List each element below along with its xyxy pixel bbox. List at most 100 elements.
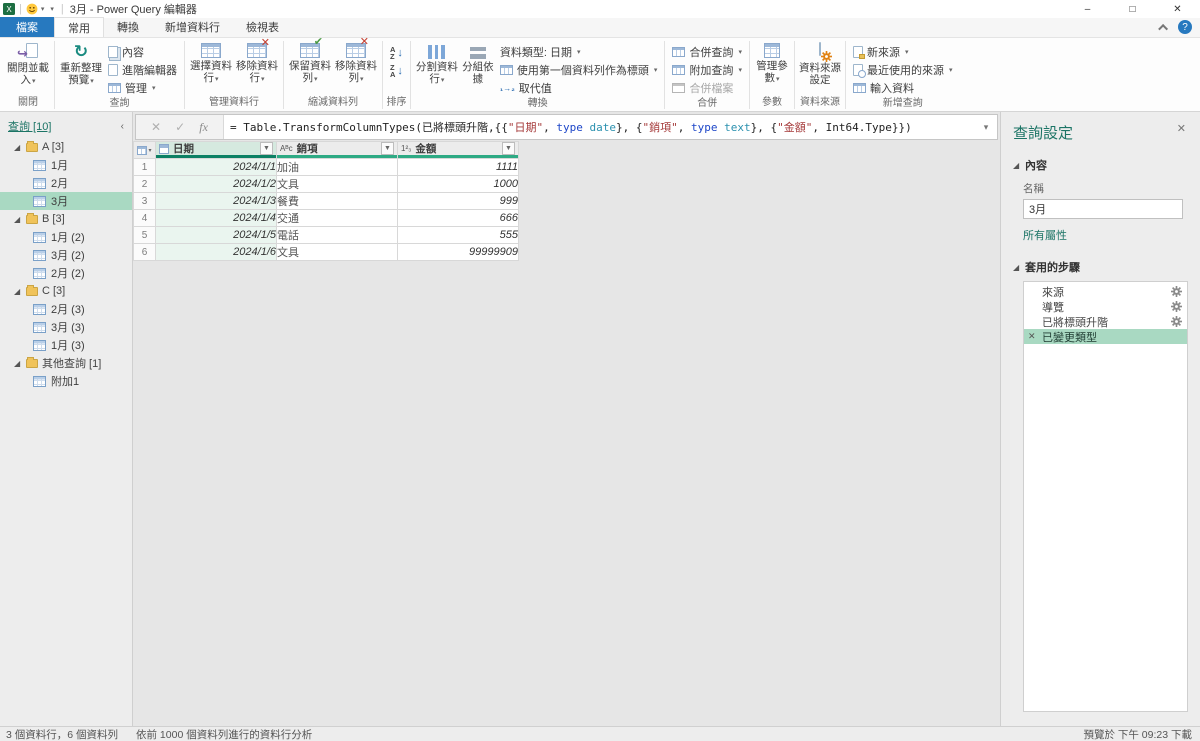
properties-section-header[interactable]: ◢ 內容 — [1013, 157, 1188, 173]
cell-date[interactable]: 2024/1/1 — [155, 158, 277, 176]
manage-parameters-button[interactable]: 管理參數▾ — [753, 40, 791, 94]
query-item[interactable]: 2月 — [0, 174, 132, 192]
query-folder-b[interactable]: ◢ B [3] — [0, 210, 132, 228]
cell-item[interactable]: 文具 — [276, 175, 398, 193]
row-number[interactable]: 4 — [133, 209, 156, 227]
query-item[interactable]: 2月 (2) — [0, 264, 132, 282]
cell-item[interactable]: 餐費 — [276, 192, 398, 210]
step-source[interactable]: ✕ 來源 — [1024, 284, 1187, 299]
expand-icon[interactable]: ◢ — [14, 215, 22, 224]
collapse-ribbon-icon[interactable] — [1158, 23, 1169, 34]
minimize-button[interactable]: – — [1065, 0, 1110, 18]
filter-dropdown-icon[interactable]: ▼ — [260, 142, 273, 155]
collapse-queries-pane-icon[interactable]: ‹ — [121, 121, 124, 132]
cell-date[interactable]: 2024/1/6 — [155, 243, 277, 261]
cell-date[interactable]: 2024/1/4 — [155, 209, 277, 227]
formula-cancel-icon[interactable]: ✕ — [151, 120, 161, 134]
choose-columns-button[interactable]: 選擇資料行▾ — [188, 40, 234, 94]
query-folder-c[interactable]: ◢ C [3] — [0, 282, 132, 300]
refresh-preview-button[interactable]: ↻ 重新整理預覽▾ — [58, 40, 104, 94]
tab-file[interactable]: 檔案 — [0, 17, 54, 37]
column-header-item[interactable]: Aᴮc 銷項 ▼ — [276, 141, 398, 159]
row-number[interactable]: 3 — [133, 192, 156, 210]
smiley-dropdown-icon[interactable]: ▾ — [41, 5, 45, 13]
append-queries-button[interactable]: 附加查詢 ▾ — [668, 61, 746, 79]
query-item[interactable]: 1月 — [0, 156, 132, 174]
recent-sources-button[interactable]: 最近使用的來源 ▾ — [849, 61, 957, 79]
status-profiling-info[interactable]: 依前 1000 個資料列進行的資料行分析 — [136, 727, 312, 741]
sort-ascending-button[interactable]: A Z ↓ — [386, 43, 407, 61]
expand-icon[interactable]: ◢ — [14, 143, 22, 152]
close-settings-icon[interactable]: ✕ — [1177, 122, 1186, 135]
data-type-button[interactable]: 資料類型: 日期 ▾ — [496, 43, 662, 61]
manage-button[interactable]: 管理 ▾ — [104, 79, 181, 97]
step-settings-gear-icon[interactable] — [1171, 316, 1182, 327]
column-header-amount[interactable]: 1²₃ 金額 ▼ — [397, 141, 519, 159]
tab-transform[interactable]: 轉換 — [104, 17, 152, 37]
use-first-row-as-headers-button[interactable]: 使用第一個資料列作為標頭 ▾ — [496, 61, 662, 79]
close-button[interactable]: ✕ — [1155, 0, 1200, 18]
step-settings-gear-icon[interactable] — [1171, 301, 1182, 312]
formula-accept-icon[interactable]: ✓ — [175, 120, 185, 134]
select-all-button[interactable]: ▾ — [133, 141, 156, 159]
step-navigation[interactable]: ✕ 導覽 — [1024, 299, 1187, 314]
group-by-button[interactable]: 分組依據 — [460, 40, 496, 94]
cell-item[interactable]: 交通 — [276, 209, 398, 227]
tab-home[interactable]: 常用 — [54, 17, 104, 37]
query-item[interactable]: 1月 (2) — [0, 228, 132, 246]
cell-date[interactable]: 2024/1/3 — [155, 192, 277, 210]
expand-icon[interactable]: ◢ — [14, 359, 22, 368]
formula-expand-icon[interactable]: ▾ — [975, 115, 997, 139]
query-item[interactable]: 2月 (3) — [0, 300, 132, 318]
sort-descending-button[interactable]: Z A ↓ — [386, 61, 407, 79]
remove-rows-button[interactable]: ✕ 移除資料列▾ — [333, 37, 379, 94]
all-properties-link[interactable]: 所有屬性 — [1023, 227, 1188, 243]
filter-dropdown-icon[interactable]: ▼ — [502, 142, 515, 155]
cell-item[interactable]: 加油 — [276, 158, 398, 176]
query-item[interactable]: 1月 (3) — [0, 336, 132, 354]
cell-amount[interactable]: 666 — [397, 209, 519, 227]
enter-data-button[interactable]: 輸入資料 — [849, 79, 957, 97]
query-item-selected[interactable]: 3月 — [0, 192, 132, 210]
formula-input[interactable]: = Table.TransformColumnTypes(已將標頭升階,{{"日… — [224, 115, 975, 139]
query-folder-a[interactable]: ◢ A [3] — [0, 138, 132, 156]
feedback-smiley-icon[interactable] — [26, 3, 38, 15]
query-item[interactable]: 3月 (3) — [0, 318, 132, 336]
remove-columns-button[interactable]: ✕ 移除資料行▾ — [234, 38, 280, 94]
advanced-editor-button[interactable]: 進階編輯器 — [104, 61, 181, 79]
cell-amount[interactable]: 999 — [397, 192, 519, 210]
query-folder-other[interactable]: ◢ 其他查詢 [1] — [0, 354, 132, 372]
cell-date[interactable]: 2024/1/2 — [155, 175, 277, 193]
row-number[interactable]: 5 — [133, 226, 156, 244]
quick-access-dropdown-icon[interactable]: ▾ — [50, 5, 54, 13]
tab-view[interactable]: 檢視表 — [233, 17, 292, 37]
tab-add-column[interactable]: 新增資料行 — [152, 17, 233, 37]
expand-icon[interactable]: ◢ — [1013, 161, 1021, 170]
delete-step-icon[interactable]: ✕ — [1028, 331, 1042, 342]
step-changed-type-selected[interactable]: ✕ 已變更類型 — [1024, 329, 1187, 344]
help-icon[interactable]: ? — [1178, 20, 1192, 34]
cell-item[interactable]: 電話 — [276, 226, 398, 244]
split-column-button[interactable]: 分割資料行▾ — [414, 40, 460, 94]
row-number[interactable]: 2 — [133, 175, 156, 193]
maximize-button[interactable]: □ — [1110, 0, 1155, 18]
column-header-date[interactable]: 日期 ▼ — [155, 141, 277, 159]
expand-icon[interactable]: ◢ — [14, 287, 22, 296]
applied-steps-section-header[interactable]: ◢ 套用的步驟 — [1013, 259, 1188, 275]
cell-amount[interactable]: 99999909 — [397, 243, 519, 261]
query-name-input[interactable] — [1023, 199, 1183, 219]
properties-button[interactable]: 內容 — [104, 43, 181, 61]
query-item[interactable]: 3月 (2) — [0, 246, 132, 264]
cell-date[interactable]: 2024/1/5 — [155, 226, 277, 244]
expand-icon[interactable]: ◢ — [1013, 263, 1021, 272]
row-number[interactable]: 1 — [133, 158, 156, 176]
cell-amount[interactable]: 555 — [397, 226, 519, 244]
step-promoted-headers[interactable]: ✕ 已將標頭升階 — [1024, 314, 1187, 329]
row-number[interactable]: 6 — [133, 243, 156, 261]
abc-text-type-icon[interactable]: Aᴮc — [280, 144, 293, 153]
cell-amount[interactable]: 1111 — [397, 158, 519, 176]
keep-rows-button[interactable]: ✔ 保留資料列▾ — [287, 37, 333, 94]
cell-item[interactable]: 文具 — [276, 243, 398, 261]
data-source-settings-button[interactable]: 資料來源設定 — [798, 40, 842, 94]
new-source-button[interactable]: 新來源 ▾ — [849, 43, 957, 61]
